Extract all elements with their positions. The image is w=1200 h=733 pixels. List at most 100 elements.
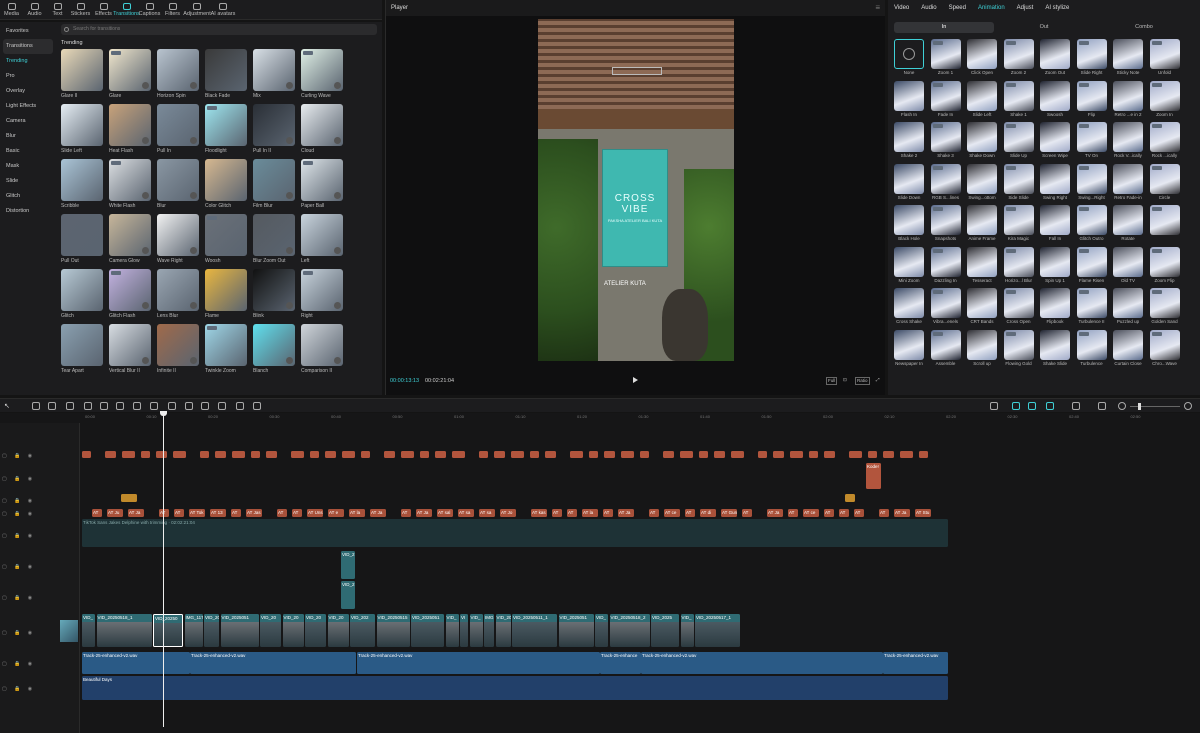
animation-item[interactable]: Shake 1 bbox=[1003, 80, 1034, 120]
text-clip[interactable]: AT Ja bbox=[767, 509, 783, 517]
text-clip[interactable]: AT bbox=[879, 509, 889, 517]
transition-item[interactable]: Right bbox=[301, 269, 343, 322]
caption-clip[interactable] bbox=[173, 451, 186, 458]
animation-item[interactable]: Retro Fade-in bbox=[1113, 163, 1143, 203]
toolbar-filters[interactable]: Filters bbox=[161, 0, 184, 19]
text-clip[interactable]: AT ce bbox=[664, 509, 680, 517]
zoom-slider-handle[interactable] bbox=[1138, 403, 1141, 410]
animation-item[interactable]: Cross Shake bbox=[894, 288, 924, 327]
text-clip[interactable]: AT sal bbox=[437, 509, 453, 517]
animation-item[interactable]: Flowing Gold bbox=[1003, 329, 1034, 369]
animation-item[interactable]: Shake 3 bbox=[930, 122, 961, 161]
caption-clip[interactable] bbox=[494, 451, 505, 458]
text-clip[interactable]: AT di bbox=[700, 509, 716, 517]
ratio-button[interactable]: Ratio bbox=[855, 377, 870, 385]
caption-clip[interactable] bbox=[401, 451, 414, 458]
snap-icon[interactable] bbox=[1046, 402, 1054, 410]
animation-item[interactable]: RGB S...lines bbox=[930, 163, 961, 203]
video-clip[interactable]: VID_20250511_1 bbox=[512, 614, 557, 647]
timeline-ruler[interactable]: 00:00 00:10 00:20 00:30 00:40 00:50 01:00 01:10… bbox=[0, 413, 1200, 423]
text-clip[interactable]: AT Ja bbox=[618, 509, 634, 517]
transition-item[interactable]: Glitch Flash bbox=[109, 269, 151, 322]
text-clip[interactable]: AT Jo bbox=[500, 509, 516, 517]
animation-item[interactable]: Turbulence II bbox=[1076, 288, 1107, 327]
track-controls[interactable]: ▢ 🔒 ◉ bbox=[2, 630, 35, 636]
transition-item[interactable]: Film Blur bbox=[253, 159, 295, 212]
animation-item[interactable]: Slide Left bbox=[967, 80, 997, 120]
caption-clip[interactable] bbox=[232, 451, 245, 458]
overlay-clip[interactable]: VID_2 bbox=[341, 581, 355, 609]
redo-icon[interactable] bbox=[48, 402, 56, 410]
download-icon[interactable] bbox=[190, 82, 197, 89]
fit-icon[interactable]: ⊡ bbox=[842, 377, 848, 385]
transition-item[interactable]: Color Glitch bbox=[205, 159, 247, 212]
menu-icon[interactable]: ≡ bbox=[875, 0, 880, 16]
sidebar-item-pro[interactable]: Pro bbox=[0, 69, 56, 84]
split-screen-icon[interactable] bbox=[1072, 402, 1080, 410]
tab-video[interactable]: Video bbox=[894, 5, 909, 11]
transition-item[interactable]: Tear Apart bbox=[61, 324, 103, 377]
track-controls[interactable]: ▢ 🔒 ◉ bbox=[2, 686, 35, 692]
sticker-clip[interactable] bbox=[121, 494, 137, 502]
caption-clip[interactable] bbox=[714, 451, 725, 458]
animation-item[interactable]: Old TV bbox=[1113, 246, 1143, 286]
main-track-cover[interactable] bbox=[60, 620, 78, 642]
rotate-icon[interactable] bbox=[201, 402, 209, 410]
download-icon[interactable] bbox=[142, 247, 149, 254]
sidebar-item-trending[interactable]: Trending bbox=[0, 54, 56, 69]
text-clip[interactable]: AT Uns bbox=[307, 509, 323, 517]
animation-item[interactable]: Snapshots bbox=[930, 205, 961, 244]
tab-ai-stylize[interactable]: AI stylize bbox=[1045, 5, 1069, 11]
video-clip[interactable]: VID_ bbox=[680, 614, 694, 647]
track-controls[interactable]: ▢ 🔒 ◉ bbox=[2, 511, 35, 517]
toolbar-effects[interactable]: Effects bbox=[92, 0, 115, 19]
caption-clip[interactable] bbox=[900, 451, 913, 458]
reverse-icon[interactable] bbox=[168, 402, 176, 410]
animation-item[interactable]: Mini Zoom bbox=[894, 246, 924, 286]
split-left-icon[interactable] bbox=[84, 402, 92, 410]
text-clip[interactable]: AT Ja bbox=[894, 509, 910, 517]
ai-icon[interactable] bbox=[253, 402, 261, 410]
tab-audio[interactable]: Audio bbox=[921, 5, 936, 11]
animation-item[interactable]: Zoom 2 bbox=[1003, 39, 1034, 78]
caption-clip[interactable] bbox=[570, 451, 583, 458]
audio-clip[interactable]: Track-25-enhanced-v2.wav bbox=[190, 652, 356, 674]
download-icon[interactable] bbox=[142, 82, 149, 89]
caption-clip[interactable] bbox=[809, 451, 818, 458]
transition-item[interactable]: Comparison II bbox=[301, 324, 343, 377]
text-clip[interactable]: AT bbox=[159, 509, 169, 517]
text-clip[interactable]: AT Ja bbox=[128, 509, 144, 517]
transition-item[interactable]: White Flash bbox=[109, 159, 151, 212]
transition-item[interactable]: Pull In bbox=[157, 104, 199, 157]
toolbar-captions[interactable]: Captions bbox=[138, 0, 161, 19]
caption-clip[interactable] bbox=[758, 451, 767, 458]
animation-item[interactable]: Slide Up bbox=[1003, 122, 1034, 161]
animation-item[interactable]: Unfold bbox=[1149, 39, 1180, 78]
transition-item[interactable]: Glare bbox=[109, 49, 151, 102]
animation-item[interactable]: Retro ...e in 2 bbox=[1113, 80, 1143, 120]
animation-item[interactable]: Click Open bbox=[967, 39, 997, 78]
text-clip[interactable]: AT ce bbox=[803, 509, 819, 517]
caption-clip[interactable] bbox=[291, 451, 304, 458]
split-icon[interactable] bbox=[66, 402, 74, 410]
zoom-in-icon[interactable] bbox=[1184, 402, 1192, 410]
track-controls[interactable]: ▢ 🔒 ◉ bbox=[2, 564, 35, 570]
text-clip[interactable]: AT bbox=[231, 509, 241, 517]
transition-item[interactable]: Blur Zoom Out bbox=[253, 214, 295, 267]
caption-clip[interactable] bbox=[640, 451, 649, 458]
toolbar-transitions[interactable]: Transitions bbox=[113, 0, 140, 19]
video-clip[interactable]: VID_20250518_1 bbox=[96, 614, 152, 647]
animation-item[interactable]: Fall In bbox=[1040, 205, 1070, 244]
video-clip[interactable]: VID_20250517_1 bbox=[695, 614, 740, 647]
transition-item[interactable]: Left bbox=[301, 214, 343, 267]
audio-clip[interactable]: Track-25-enhanced-v2.wav bbox=[883, 652, 948, 674]
caption-clip[interactable] bbox=[589, 451, 598, 458]
toolbar-media[interactable]: Media bbox=[0, 0, 23, 19]
animation-item[interactable] bbox=[1149, 205, 1180, 244]
animation-item[interactable]: Assemble bbox=[930, 329, 961, 369]
transition-item[interactable]: Vertical Blur II bbox=[109, 324, 151, 377]
download-icon[interactable] bbox=[286, 302, 293, 309]
subtab-combo[interactable]: Combo bbox=[1094, 22, 1194, 33]
crop-icon[interactable] bbox=[218, 402, 226, 410]
text-clip[interactable]: AT bbox=[649, 509, 659, 517]
